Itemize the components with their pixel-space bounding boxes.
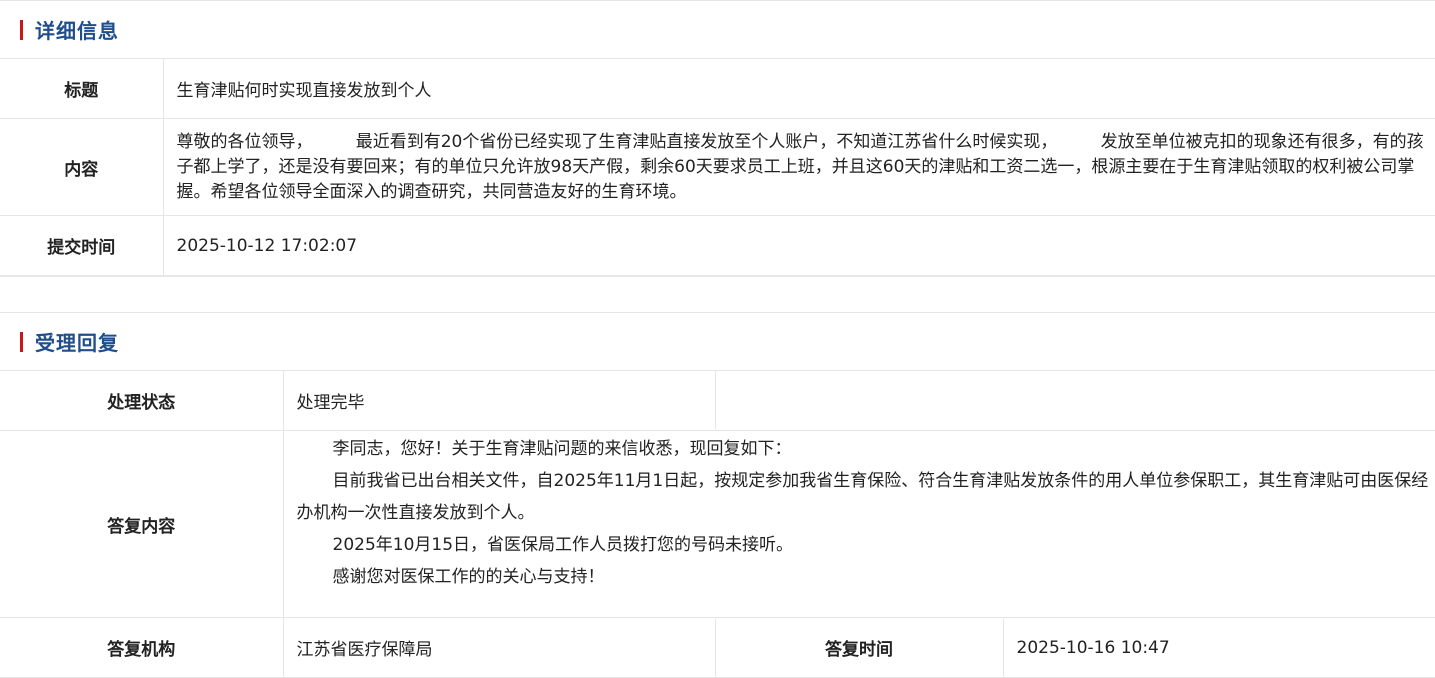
reply-section-header: 受理回复 [0, 312, 1435, 370]
status-empty-cell [714, 370, 1435, 431]
reply-content-value: 李同志，您好！关于生育津贴问题的来信收悉，现回复如下： 目前我省已出台相关文件，… [282, 430, 1435, 618]
details-section-header: 详细信息 [0, 0, 1435, 58]
details-table: 标题 生育津贴何时实现直接发放到个人 内容 尊敬的各位领导， 最近看到有20个省… [0, 58, 1435, 276]
reply-content-row: 答复内容 李同志，您好！关于生育津贴问题的来信收悉，现回复如下： 目前我省已出台… [0, 430, 1435, 618]
section-gap [0, 276, 1435, 312]
accent-bar [20, 331, 23, 352]
content-label: 内容 [0, 118, 163, 216]
title-row: 标题 生育津贴何时实现直接发放到个人 [0, 58, 1435, 119]
content-row: 内容 尊敬的各位领导， 最近看到有20个省份已经实现了生育津贴直接发放至个人账户… [0, 118, 1435, 216]
title-value: 生育津贴何时实现直接发放到个人 [162, 58, 1435, 119]
status-label: 处理状态 [0, 370, 283, 431]
accent-bar [20, 19, 23, 40]
reply-content-label: 答复内容 [0, 430, 283, 618]
status-value: 处理完毕 [282, 370, 715, 431]
submit-time-label: 提交时间 [0, 215, 163, 276]
content-value: 尊敬的各位领导， 最近看到有20个省份已经实现了生育津贴直接发放至个人账户，不知… [162, 118, 1435, 216]
submit-time-value: 2025-10-12 17:02:07 [162, 215, 1435, 276]
reply-heading: 受理回复 [35, 331, 119, 355]
reply-paragraph: 感谢您对医保工作的的关心与支持！ [332, 567, 605, 587]
details-heading: 详细信息 [35, 19, 119, 43]
reply-paragraph: 2025年10月15日，省医保局工作人员拨打您的号码未接听。 [332, 535, 794, 555]
reply-paragraph: 目前我省已出台相关文件，自2025年11月1日起，按规定参加我省生育保险、符合生… [296, 471, 1429, 523]
status-row: 处理状态 处理完毕 [0, 370, 1435, 431]
title-label: 标题 [0, 58, 163, 119]
submit-time-row: 提交时间 2025-10-12 17:02:07 [0, 215, 1435, 276]
reply-paragraph: 李同志，您好！关于生育津贴问题的来信收悉，现回复如下： [332, 439, 792, 459]
reply-table: 处理状态 处理完毕 答复内容 李同志，您好！关于生育津贴问题的来信收悉，现回复如… [0, 370, 1435, 678]
